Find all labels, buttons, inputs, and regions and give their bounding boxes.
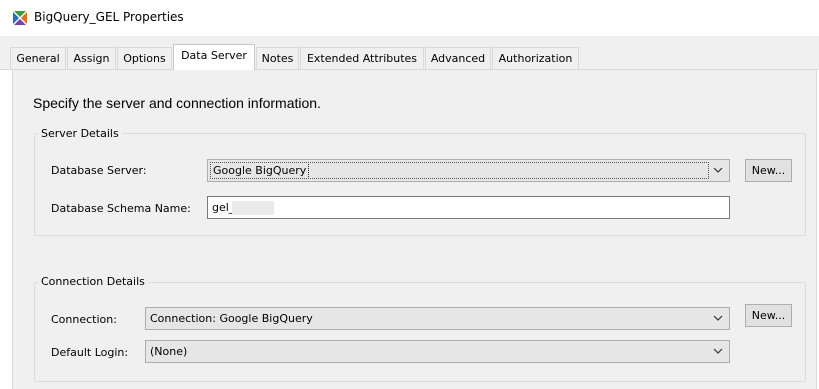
connection-details-group [34, 282, 806, 382]
schema-name-input[interactable]: gel_ [207, 196, 730, 219]
tab-extended-attributes[interactable]: Extended Attributes [300, 47, 424, 69]
new-server-button[interactable]: New... [745, 159, 792, 182]
tab-advanced[interactable]: Advanced [425, 47, 491, 69]
tab-assign[interactable]: Assign [67, 47, 116, 69]
schema-name-value: gel_ [212, 201, 235, 214]
chevron-down-icon [713, 167, 723, 173]
connection-details-legend: Connection Details [38, 275, 148, 288]
tab-strip: General Assign Options Data Server Notes… [0, 36, 819, 70]
tab-notes[interactable]: Notes [256, 47, 299, 69]
default-login-select[interactable]: (None) [145, 340, 730, 363]
server-details-legend: Server Details [38, 127, 122, 140]
chevron-down-icon [713, 348, 723, 354]
database-server-label: Database Server: [51, 164, 147, 177]
connection-value: Connection: Google BigQuery [150, 312, 313, 325]
server-details-group [34, 133, 806, 236]
new-connection-button[interactable]: New... [745, 304, 792, 327]
title-bar: BigQuery_GEL Properties [0, 0, 819, 36]
window-title: BigQuery_GEL Properties [34, 10, 184, 24]
tab-general[interactable]: General [10, 47, 66, 69]
connection-label: Connection: [51, 313, 117, 326]
redacted-block [232, 201, 274, 215]
tab-authorization[interactable]: Authorization [492, 47, 579, 69]
tab-data-server[interactable]: Data Server [173, 44, 255, 70]
tab-options[interactable]: Options [117, 47, 172, 69]
default-login-label: Default Login: [51, 346, 129, 359]
database-server-select[interactable]: Google BigQuery [207, 159, 730, 182]
connection-select[interactable]: Connection: Google BigQuery [145, 307, 730, 330]
chevron-down-icon [713, 315, 723, 321]
sas-object-icon [13, 11, 27, 25]
focus-ring [210, 162, 709, 179]
instruction-text: Specify the server and connection inform… [33, 95, 321, 111]
schema-name-label: Database Schema Name: [51, 202, 191, 215]
default-login-value: (None) [150, 345, 188, 358]
